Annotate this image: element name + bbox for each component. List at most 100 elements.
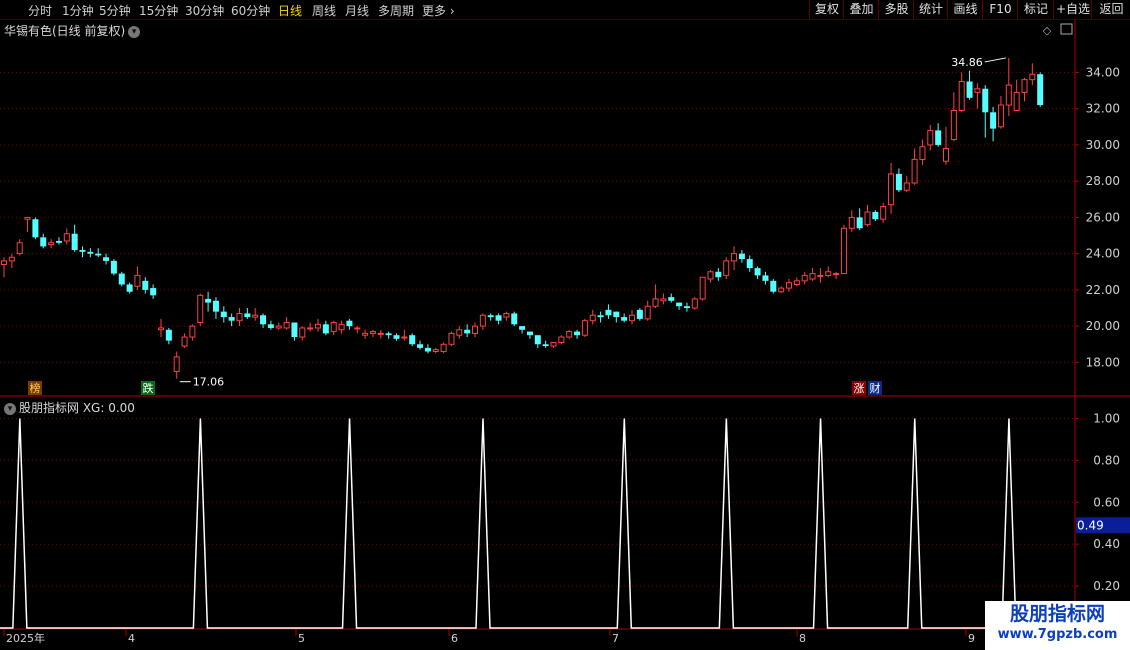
candle-body — [315, 323, 321, 329]
candle-body — [558, 336, 565, 343]
candle-body — [817, 274, 824, 277]
candle-body — [519, 326, 526, 330]
candle-body — [307, 327, 314, 330]
candle-body — [856, 217, 863, 229]
candle-body — [197, 294, 204, 324]
candle-body — [401, 336, 408, 339]
candle-body — [935, 130, 942, 145]
candle-body — [134, 274, 141, 287]
candle-body — [731, 253, 738, 262]
candle-body — [252, 314, 259, 318]
price-tick-label: 20.00 — [1086, 319, 1120, 333]
candle-body — [87, 251, 94, 254]
candle-body — [456, 329, 463, 336]
candle-body — [660, 298, 667, 302]
candle-body — [173, 356, 180, 372]
candle-body — [699, 276, 706, 300]
candle-body — [440, 343, 447, 353]
candle-body — [966, 81, 973, 98]
candle-body — [919, 146, 926, 160]
candle-body — [581, 320, 588, 336]
xg-signal-line — [0, 418, 1075, 629]
candle-body — [911, 158, 918, 184]
candle-body — [1005, 84, 1012, 106]
candle-body — [840, 227, 847, 275]
candle-body — [24, 216, 31, 220]
indicator-tick-label: 0.20 — [1093, 579, 1120, 593]
candle-body — [181, 336, 188, 347]
kline-chart[interactable]: 34.00 32.00 30.00 28.00 26.00 24.00 22.00 20.00… — [0, 0, 1130, 650]
candle-body — [503, 312, 510, 318]
time-tick-label: 6 — [451, 632, 458, 645]
candle-body — [738, 253, 745, 260]
indicator-tick-label: 0.40 — [1093, 537, 1120, 551]
candle-body — [691, 298, 698, 309]
time-tick-label: 4 — [128, 632, 135, 645]
candle-body — [801, 274, 808, 282]
candle-body — [189, 325, 196, 338]
candle-body — [228, 317, 235, 321]
candle-body — [927, 129, 934, 146]
candle-body — [652, 298, 659, 307]
candle-body — [472, 325, 478, 334]
candle-body — [267, 324, 274, 328]
candle-body — [864, 211, 871, 226]
price-tick-label: 26.00 — [1086, 210, 1120, 224]
candle-body — [895, 173, 902, 191]
time-tick-label: 9 — [968, 632, 975, 645]
candle-body — [417, 344, 424, 348]
candle-body — [613, 311, 620, 318]
candle-body — [205, 298, 212, 303]
candle-body — [707, 271, 714, 280]
time-tick-label: 5 — [298, 632, 305, 645]
candle-body — [354, 327, 361, 330]
watermark: 股朋指标网 www.7gpzb.com — [985, 601, 1130, 650]
candle-body — [511, 313, 518, 325]
candle-body — [495, 315, 502, 321]
diamond-icon: ◇ — [1043, 24, 1052, 37]
price-tick-label: 24.00 — [1086, 247, 1120, 261]
time-tick-label: 7 — [612, 632, 619, 645]
candle-body — [668, 297, 675, 301]
candle-body — [55, 240, 62, 243]
candle-body — [299, 327, 306, 338]
candle-body — [762, 275, 769, 281]
candle-body — [683, 306, 690, 309]
candle-body — [487, 315, 494, 318]
candle-body — [950, 109, 957, 140]
cursor-value-label: 0.49 — [1077, 518, 1104, 532]
candle-body — [346, 320, 353, 327]
candle-body — [715, 271, 722, 278]
candle-body — [770, 280, 777, 292]
price-tick-label: 30.00 — [1086, 138, 1120, 152]
indicator-tick-label: 0.60 — [1093, 495, 1120, 509]
candle-body — [283, 322, 290, 329]
candle-body — [369, 331, 376, 334]
candle-body — [1, 260, 7, 266]
candle-body — [110, 260, 117, 274]
candle-body — [990, 112, 997, 129]
candle-body — [8, 256, 15, 262]
candle-body — [1013, 91, 1020, 111]
candle-body — [550, 341, 557, 347]
candle-body — [71, 233, 78, 251]
candle-body — [888, 173, 895, 206]
candle-body — [220, 311, 227, 318]
candle-body — [63, 233, 70, 242]
candle-body — [809, 273, 816, 280]
high-arrow-line — [984, 57, 1006, 63]
time-tick-label: 2025年 — [6, 631, 45, 645]
candle-body — [142, 280, 149, 290]
candle-body — [943, 148, 949, 162]
candle-body — [409, 335, 416, 345]
candle-body — [974, 88, 981, 93]
watermark-title: 股朋指标网 — [1009, 603, 1105, 625]
candle-body — [629, 314, 635, 322]
candle-body — [605, 309, 612, 316]
price-tick-label: 18.00 — [1086, 355, 1120, 369]
candle-body — [786, 282, 792, 289]
candle-body — [362, 332, 369, 336]
panel-toggle-icon — [1060, 23, 1073, 35]
marker-bang: 榜 — [30, 381, 41, 395]
candle-body — [40, 237, 47, 247]
